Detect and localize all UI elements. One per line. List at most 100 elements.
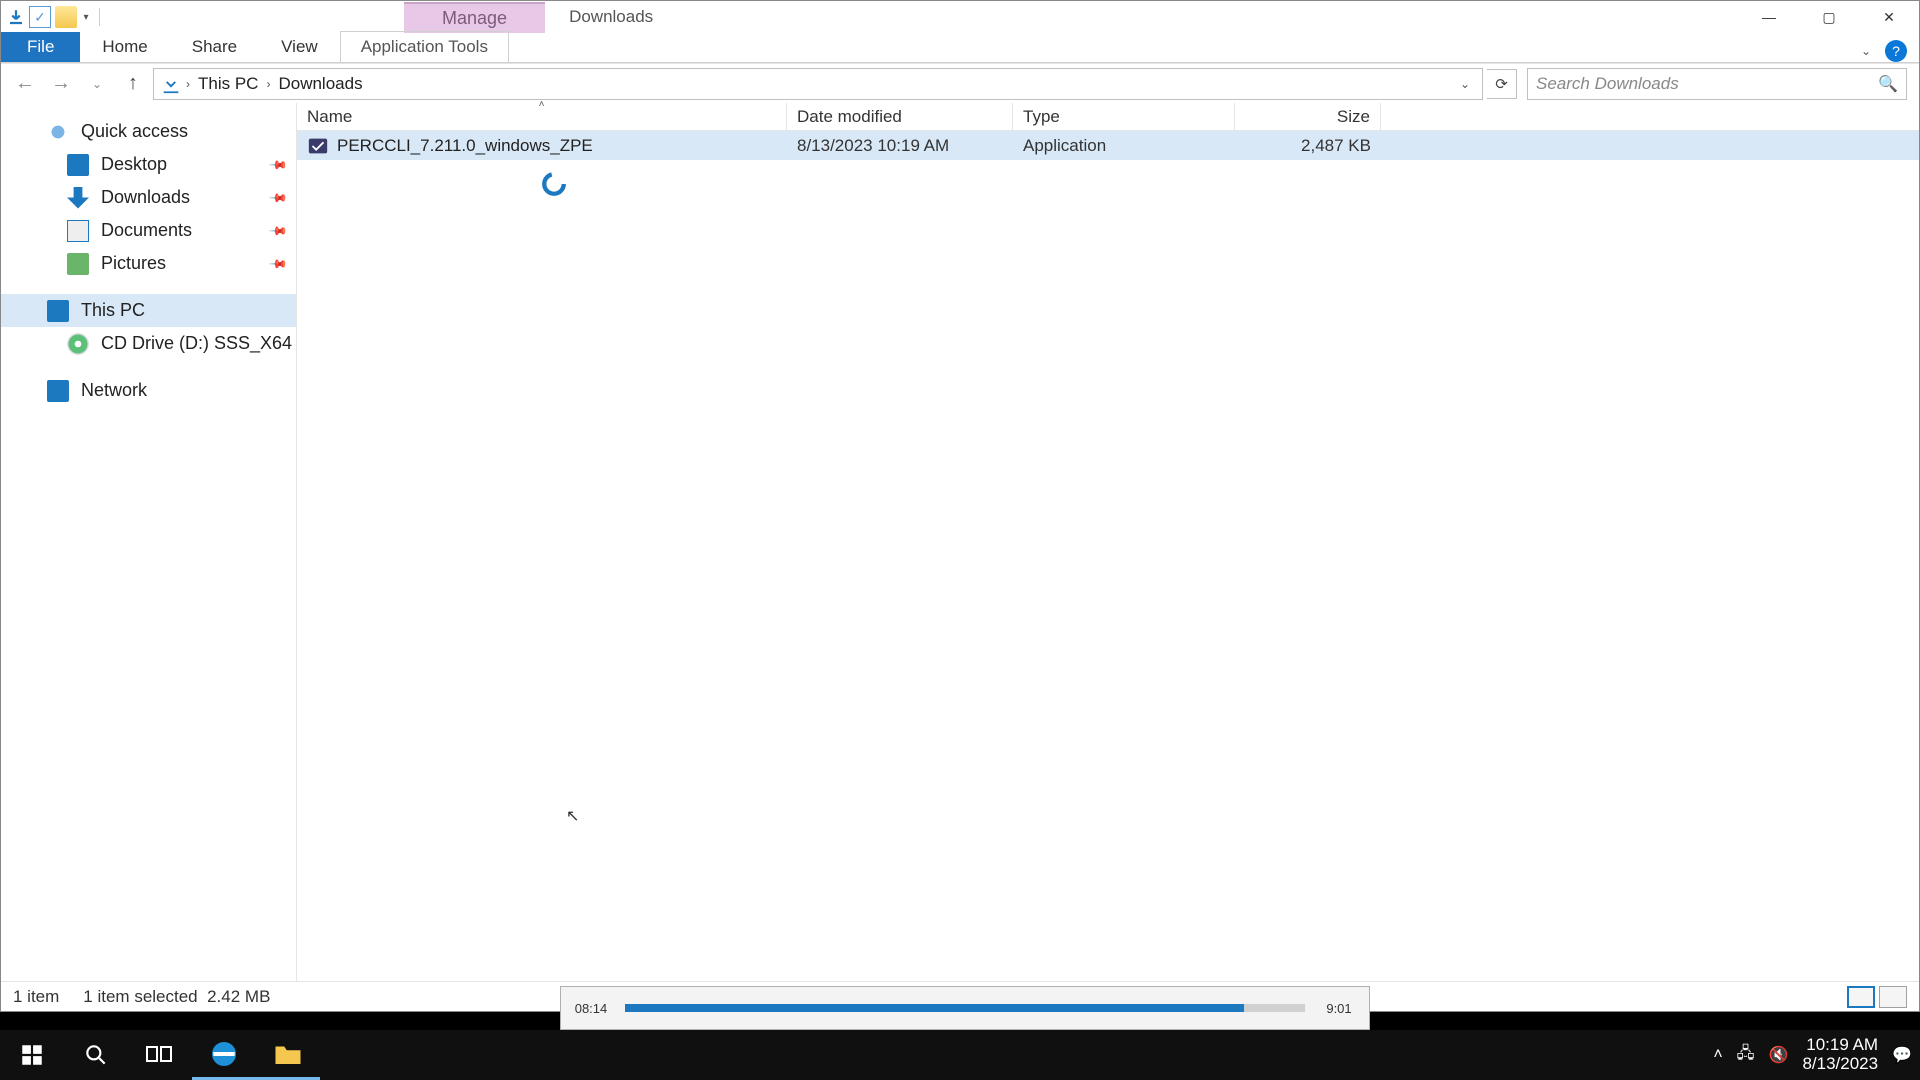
media-progress-bar: 08:14 9:01 [560,986,1370,1030]
search-box[interactable]: Search Downloads 🔍 [1527,68,1907,100]
file-list-pane: Name˄ Date modified Type Size PERCCLI_7.… [297,103,1919,981]
pin-icon: 📌 [268,253,288,273]
address-history-dropdown[interactable]: ⌄ [1454,77,1476,91]
search-icon [83,1042,109,1068]
column-type[interactable]: Type [1013,103,1235,130]
status-selection: 1 item selected 2.42 MB [83,987,270,1007]
downloads-folder-icon [160,73,182,95]
sidebar-item-label: Pictures [101,253,166,274]
view-details-button[interactable] [1847,986,1875,1008]
action-center-button[interactable]: 💬 [1892,1045,1912,1065]
taskbar: ˄ 🖧 🔇 10:19 AM 8/13/2023 💬 [0,1030,1920,1080]
downloads-icon [67,187,89,209]
minimize-button[interactable]: — [1739,1,1799,33]
breadcrumb-downloads[interactable]: Downloads [274,74,366,94]
sidebar-item-label: Documents [101,220,192,241]
context-tab-manage[interactable]: Manage [404,2,545,33]
media-position: 08:14 [561,1001,621,1016]
pin-icon: 📌 [268,154,288,174]
sort-indicator-icon: ˄ [539,99,545,110]
file-row[interactable]: PERCCLI_7.211.0_windows_ZPE 8/13/2023 10… [297,131,1919,160]
tray-clock[interactable]: 10:19 AM 8/13/2023 [1802,1036,1878,1073]
start-button[interactable] [0,1030,64,1080]
refresh-button[interactable]: ⟳ [1487,69,1517,99]
sidebar-item-label: Desktop [101,154,167,175]
sidebar-item-label: Downloads [101,187,190,208]
search-icon: 🔍 [1878,74,1898,94]
file-type: Application [1013,136,1235,156]
tray-time: 10:19 AM [1802,1036,1878,1055]
tray-network-icon[interactable]: 🖧 [1737,1042,1755,1069]
tab-file[interactable]: File [1,32,80,62]
column-name[interactable]: Name˄ [297,103,787,130]
tab-home[interactable]: Home [80,32,169,62]
qat-customize-dropdown[interactable]: ▾ [81,6,91,28]
ie-icon [208,1038,240,1070]
sidebar-desktop[interactable]: Desktop 📌 [1,148,296,181]
sidebar-item-label: Network [81,380,147,401]
star-icon [47,121,69,143]
media-seek-track[interactable] [625,1004,1305,1012]
tab-view[interactable]: View [259,32,340,62]
sidebar-network[interactable]: Network [1,374,296,407]
tab-application-tools[interactable]: Application Tools [340,31,509,62]
address-bar[interactable]: › This PC › Downloads ⌄ [153,68,1483,100]
column-label: Name [307,107,352,127]
close-button[interactable]: ✕ [1859,1,1919,33]
nav-recent-dropdown[interactable]: ⌄ [81,68,113,100]
media-duration: 9:01 [1309,1001,1369,1016]
down-arrow-icon [7,8,25,26]
windows-icon [19,1042,45,1068]
taskbar-ie-button[interactable] [192,1030,256,1080]
title-bar: ✓ ▾ Manage Downloads — ▢ ✕ [1,1,1919,33]
sidebar-cd-drive[interactable]: CD Drive (D:) SSS_X64 [1,327,296,360]
sidebar-pictures[interactable]: Pictures 📌 [1,247,296,280]
sidebar-item-label: CD Drive (D:) SSS_X64 [101,333,292,354]
tray-volume-icon[interactable]: 🔇 [1769,1045,1789,1065]
qat-new-folder-button[interactable] [55,6,77,28]
sidebar-documents[interactable]: Documents 📌 [1,214,296,247]
folder-icon [273,1041,303,1067]
help-button[interactable]: ? [1885,40,1907,62]
media-progress-fill [625,1004,1244,1012]
tray-date: 8/13/2023 [1802,1055,1878,1074]
taskbar-explorer-button[interactable] [256,1030,320,1080]
taskbar-search-button[interactable] [64,1030,128,1080]
qat-properties-button[interactable]: ✓ [29,6,51,28]
network-icon [47,380,69,402]
tray-overflow-button[interactable]: ˄ [1713,1046,1722,1064]
column-date[interactable]: Date modified [787,103,1013,130]
cd-icon [67,333,89,355]
pin-icon: 📌 [268,220,288,240]
nav-back-button[interactable]: ← [9,68,41,100]
file-name: PERCCLI_7.211.0_windows_ZPE [337,136,593,156]
column-headers: Name˄ Date modified Type Size [297,103,1919,131]
nav-up-button[interactable]: ↑ [117,68,149,100]
task-view-button[interactable] [128,1030,192,1080]
column-size[interactable]: Size [1235,103,1381,130]
navigation-pane: Quick access Desktop📌 Downloads📌 Documen… [1,103,297,981]
sidebar-this-pc[interactable]: This PC [1,294,296,327]
breadcrumb-chevron-icon[interactable]: › [182,77,194,91]
tab-share[interactable]: Share [170,32,259,62]
sidebar-item-label: This PC [81,300,145,321]
breadcrumb-chevron-icon[interactable]: › [262,77,274,91]
view-large-icons-button[interactable] [1879,986,1907,1008]
nav-forward-button[interactable]: → [45,68,77,100]
ribbon-tab-strip: File Home Share View Application Tools ⌄… [1,33,1919,63]
sidebar-quick-access[interactable]: Quick access [1,115,296,148]
pc-icon [47,300,69,322]
documents-icon [67,220,89,242]
file-size: 2,487 KB [1235,136,1381,156]
address-bar-row: ← → ⌄ ↑ › This PC › Downloads ⌄ ⟳ Search… [1,63,1919,103]
ribbon-collapse-icon[interactable]: ⌄ [1861,44,1871,58]
sidebar-downloads[interactable]: Downloads📌 [1,181,296,214]
application-icon [307,135,329,157]
window-title: Downloads [569,7,653,27]
maximize-button[interactable]: ▢ [1799,1,1859,33]
quick-access-toolbar: ✓ ▾ [1,6,104,28]
breadcrumb-this-pc[interactable]: This PC [194,74,262,94]
pictures-icon [67,253,89,275]
status-item-count: 1 item [13,987,59,1007]
file-explorer-window: ✓ ▾ Manage Downloads — ▢ ✕ File Home Sha… [0,0,1920,1012]
